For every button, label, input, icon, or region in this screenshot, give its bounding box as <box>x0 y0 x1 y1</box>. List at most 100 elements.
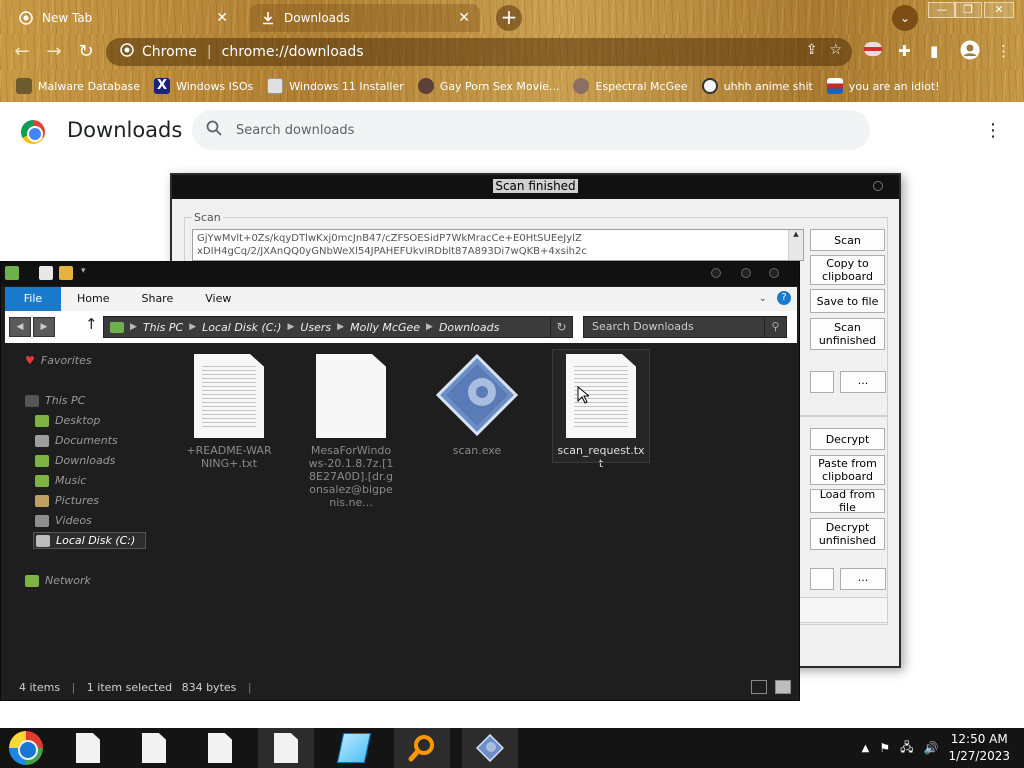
reload-icon[interactable]: ↻ <box>74 40 98 64</box>
bookmark-star-icon[interactable]: ☆ <box>829 42 842 58</box>
address-bar[interactable]: Chrome | chrome://downloads ⇪ ☆ <box>106 38 852 66</box>
explorer-titlebar[interactable]: ▾ <box>1 262 799 286</box>
maximize-button[interactable]: ❐ <box>954 2 982 18</box>
nav-this-pc[interactable]: This PC <box>25 394 85 407</box>
breadcrumb-this-pc[interactable]: This PC <box>143 321 183 334</box>
side-panel-icon[interactable]: ▮ <box>930 42 938 60</box>
taskbar-notepad-4[interactable] <box>258 728 314 768</box>
file-item-scan-request[interactable]: scan_request.txt <box>552 349 650 470</box>
decrypt-browse-button[interactable]: ... <box>840 568 886 590</box>
nav-downloads[interactable]: Downloads <box>35 454 115 467</box>
refresh-icon[interactable]: ↻ <box>550 317 572 337</box>
bookmark-gay-porn-sex-movie[interactable]: Gay Porn Sex Movie... <box>417 78 559 94</box>
properties-icon[interactable] <box>39 266 53 280</box>
profile-avatar-icon[interactable] <box>960 40 980 64</box>
details-view-icon[interactable] <box>751 680 767 694</box>
network-tray-icon[interactable]: 🖧 <box>900 738 913 759</box>
breadcrumb-users[interactable]: Users <box>300 321 331 334</box>
forward-arrow-icon[interactable]: → <box>42 40 66 64</box>
paste-from-clipboard-button[interactable]: Paste from clipboard <box>810 455 885 485</box>
tab-downloads[interactable]: Downloads ✕ <box>250 4 480 32</box>
more-options-icon[interactable]: ⋮ <box>984 120 1002 141</box>
new-tab-button[interactable]: + <box>496 5 522 31</box>
bookmark-uhhh-anime[interactable]: uhhh anime shit <box>701 78 813 94</box>
path-breadcrumb[interactable]: ▶ This PC ▶ Local Disk (C:) ▶ Users ▶ Mo… <box>103 316 573 338</box>
back-arrow-icon[interactable]: ← <box>10 40 34 64</box>
tab-close-icon[interactable]: ✕ <box>216 10 228 26</box>
nav-network[interactable]: Network <box>25 574 91 587</box>
scan-button[interactable]: Scan <box>810 229 885 251</box>
tab-close-icon[interactable]: ✕ <box>458 10 470 26</box>
copy-to-clipboard-button[interactable]: Copy to clipboard <box>810 255 885 285</box>
decrypt-path-field[interactable] <box>810 568 834 590</box>
large-icons-view-icon[interactable] <box>775 680 791 694</box>
item-count: 4 items <box>19 681 61 694</box>
nav-desktop[interactable]: Desktop <box>35 414 100 427</box>
close-window-button[interactable]: ✕ <box>984 2 1014 18</box>
tab-view[interactable]: View <box>189 287 247 311</box>
nav-videos[interactable]: Videos <box>35 514 92 527</box>
nav-favorites[interactable]: ♥ Favorites <box>25 354 92 367</box>
scan-output-textbox[interactable]: GjYwMvlt+0Zs/kqyDTlwKxj0mcJnB47/cZFSOESi… <box>192 229 804 261</box>
help-icon[interactable]: ? <box>777 291 791 305</box>
extension-flag-icon[interactable] <box>864 42 882 60</box>
tab-search-chevron-icon[interactable]: ⌄ <box>892 5 918 31</box>
bookmark-windows-isos[interactable]: X Windows ISOs <box>154 78 253 94</box>
action-center-flag-icon[interactable]: ⚑ <box>879 741 890 755</box>
file-item-mesa-archive[interactable]: MesaForWindows-20.1.8.7z.[18E27A0D].[dr.… <box>303 350 399 509</box>
tab-new-tab[interactable]: New Tab ✕ <box>8 4 238 32</box>
tab-home[interactable]: Home <box>61 287 125 311</box>
bookmark-you-are-an-idiot[interactable]: you are an idiot! <box>826 78 940 94</box>
bookmark-malware-database[interactable]: Malware Database <box>16 78 140 94</box>
breadcrumb-downloads[interactable]: Downloads <box>439 321 499 334</box>
minimize-button[interactable]: — <box>928 2 956 18</box>
scan-unfinished-button[interactable]: Scan unfinished <box>810 318 885 350</box>
decrypt-button[interactable]: Decrypt <box>810 428 885 450</box>
taskbar-notepad-3[interactable] <box>192 728 248 768</box>
volume-icon[interactable]: 🔊 <box>924 741 939 755</box>
taskbar-notepad-1[interactable] <box>60 728 116 768</box>
bookmark-windows-11-installer[interactable]: Windows 11 Installer <box>267 78 404 94</box>
scan-path-field[interactable] <box>810 371 834 393</box>
save-to-file-button[interactable]: Save to file <box>810 289 885 313</box>
quick-access-dropdown-icon[interactable]: ▾ <box>81 266 86 276</box>
maximize-icon[interactable] <box>741 268 751 278</box>
file-item-scan-exe[interactable]: scan.exe <box>429 350 525 457</box>
taskbar-notepad-2[interactable] <box>126 728 182 768</box>
tab-file[interactable]: File <box>5 287 61 311</box>
clock[interactable]: 12:50 AM 1/27/2023 <box>948 731 1010 765</box>
nav-local-disk[interactable]: Local Disk (C:) <box>33 532 147 549</box>
nav-pictures[interactable]: Pictures <box>35 494 99 507</box>
tab-share[interactable]: Share <box>125 287 189 311</box>
scan-text-scrollbar[interactable]: ▲ <box>788 230 803 260</box>
breadcrumb-molly-mcgee[interactable]: Molly McGee <box>350 321 420 334</box>
new-folder-icon[interactable] <box>59 266 73 280</box>
show-hidden-icons-chevron-icon[interactable]: ▲ <box>862 743 870 754</box>
back-arrow-icon[interactable]: ◀ <box>9 317 31 337</box>
scan-browse-button[interactable]: ... <box>840 371 886 393</box>
taskbar-scan-exe[interactable] <box>462 728 518 768</box>
nav-documents[interactable]: Documents <box>35 434 118 447</box>
scan-window-titlebar[interactable]: Scan finished <box>172 175 899 199</box>
decrypt-unfinished-button[interactable]: Decrypt unfinished <box>810 518 885 550</box>
search-downloads-input[interactable]: Search downloads <box>192 110 870 150</box>
load-from-file-button[interactable]: Load from file <box>810 488 885 514</box>
bookmark-espectral-mcgee[interactable]: Espectral McGee <box>573 78 688 94</box>
file-item-readme[interactable]: +README-WARNING+.txt <box>181 350 277 470</box>
forward-arrow-icon[interactable]: ▶ <box>33 317 55 337</box>
start-button[interactable] <box>6 730 46 766</box>
nav-music[interactable]: Music <box>35 474 86 487</box>
taskbar-search-app[interactable] <box>394 728 450 768</box>
close-icon[interactable] <box>769 268 779 278</box>
breadcrumb-local-disk[interactable]: Local Disk (C:) <box>202 321 281 334</box>
expand-ribbon-chevron-icon[interactable]: ⌄ <box>759 293 767 304</box>
minimize-icon[interactable] <box>711 268 721 278</box>
taskbar-notes-app[interactable] <box>326 728 382 768</box>
window-control-icon[interactable] <box>873 181 883 191</box>
up-arrow-icon[interactable]: ↑ <box>85 315 98 333</box>
chrome-menu-icon[interactable]: ⋮ <box>996 42 1011 60</box>
search-icon[interactable]: ⚲ <box>764 317 786 337</box>
search-downloads-field[interactable]: Search Downloads ⚲ <box>583 316 787 338</box>
share-icon[interactable]: ⇪ <box>806 42 818 58</box>
extensions-puzzle-icon[interactable]: ✚ <box>898 42 911 60</box>
